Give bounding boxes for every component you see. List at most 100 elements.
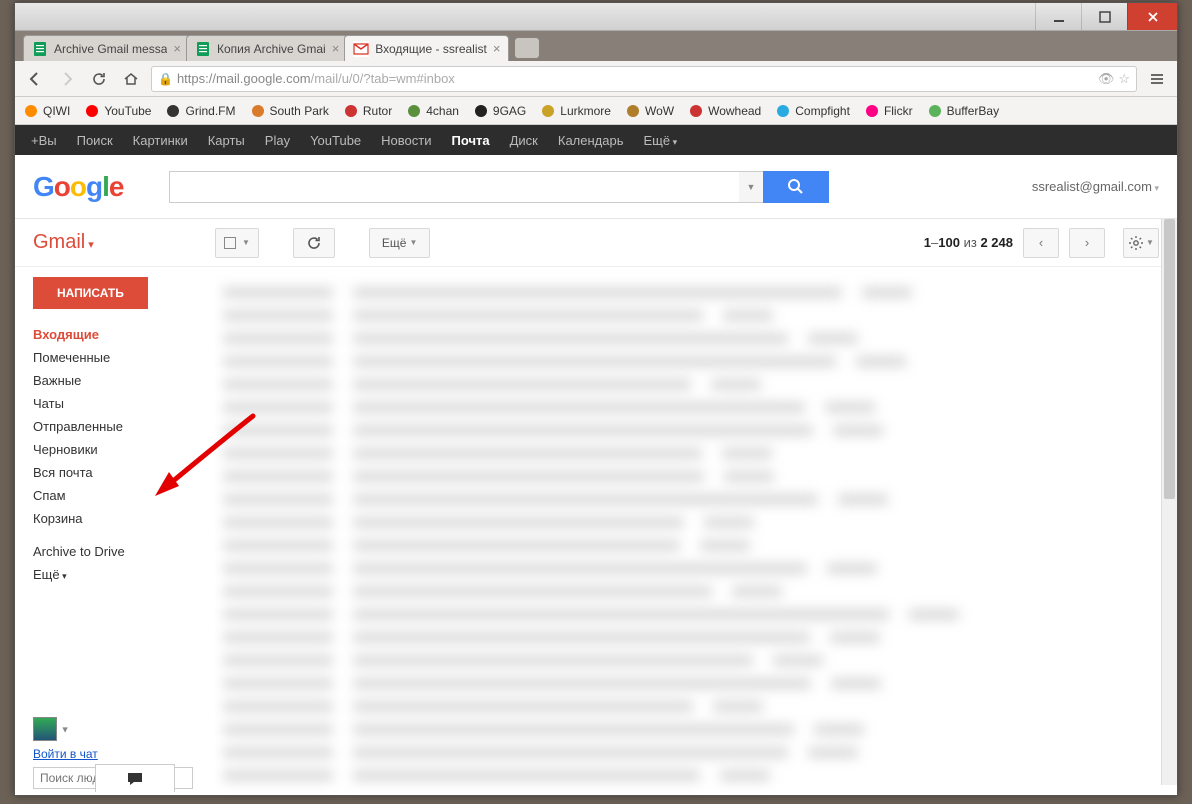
lock-icon: 🔒 bbox=[158, 72, 173, 86]
sidebar-more[interactable]: Ещё bbox=[33, 563, 215, 586]
browser-tab[interactable]: Входящие - ssrealist× bbox=[344, 35, 509, 61]
bookmark[interactable]: 4chan bbox=[406, 103, 459, 119]
list-item bbox=[223, 488, 1157, 511]
bookmark[interactable]: QIWI bbox=[23, 103, 70, 119]
sidebar-nav-item[interactable]: Вся почта bbox=[33, 461, 215, 484]
bookmark[interactable]: South Park bbox=[250, 103, 329, 119]
select-all-button[interactable]: ▼ bbox=[215, 228, 259, 258]
sidebar-archive-to-drive[interactable]: Archive to Drive bbox=[33, 540, 215, 563]
search-input[interactable] bbox=[169, 171, 739, 203]
tab-close-icon[interactable]: × bbox=[332, 41, 340, 56]
tab-close-icon[interactable]: × bbox=[493, 41, 501, 56]
sidebar-nav-item[interactable]: Важные bbox=[33, 369, 215, 392]
back-button[interactable] bbox=[23, 67, 47, 91]
tab-close-icon[interactable]: × bbox=[173, 41, 181, 56]
bookmark-label: Grind.FM bbox=[185, 104, 235, 118]
url-scheme: https bbox=[177, 71, 205, 86]
gnav-link[interactable]: Карты bbox=[208, 133, 245, 148]
main-area: НАПИСАТЬ ВходящиеПомеченныеВажныеЧатыОтп… bbox=[15, 267, 1177, 795]
bookmark-icon bbox=[540, 103, 556, 119]
sidebar-nav-item[interactable]: Спам bbox=[33, 484, 215, 507]
search-options-button[interactable]: ▼ bbox=[739, 171, 763, 203]
sidebar-nav-item[interactable]: Помеченные bbox=[33, 346, 215, 369]
chat-fab[interactable] bbox=[95, 764, 175, 792]
sidebar-nav-item[interactable]: Чаты bbox=[33, 392, 215, 415]
minimize-button[interactable] bbox=[1035, 3, 1081, 30]
address-bar[interactable]: 🔒 https://mail.google.com/mail/u/0/?tab=… bbox=[151, 66, 1137, 92]
browser-tab[interactable]: Archive Gmail messa × bbox=[23, 35, 190, 61]
bookmark-icon bbox=[23, 103, 39, 119]
bookmark[interactable]: 9GAG bbox=[473, 103, 526, 119]
bookmark-icon bbox=[473, 103, 489, 119]
avatar bbox=[33, 717, 57, 741]
list-item bbox=[223, 764, 1157, 787]
sidebar-nav-item[interactable]: Черновики bbox=[33, 438, 215, 461]
gnav-link[interactable]: Ещё bbox=[644, 133, 678, 148]
bookmark-label: 9GAG bbox=[493, 104, 526, 118]
scrollbar-thumb[interactable] bbox=[1164, 219, 1175, 499]
settings-button[interactable]: ▼ bbox=[1123, 228, 1159, 258]
list-item bbox=[223, 534, 1157, 557]
new-tab-button[interactable] bbox=[515, 38, 539, 58]
list-item bbox=[223, 557, 1157, 580]
gnav-link[interactable]: YouTube bbox=[310, 133, 361, 148]
google-nav: +Вы Поиск Картинки Карты Play YouTube Новости П… bbox=[15, 125, 1177, 155]
scrollbar[interactable] bbox=[1161, 219, 1177, 785]
chat-login-link[interactable]: Войти в чат bbox=[33, 747, 215, 761]
search-button[interactable] bbox=[763, 171, 829, 203]
bookmark[interactable]: Rutor bbox=[343, 103, 392, 119]
reload-button[interactable] bbox=[87, 67, 111, 91]
tab-strip: Archive Gmail messa×Копия Archive Gmai×В… bbox=[15, 31, 1177, 61]
bookmark[interactable]: WoW bbox=[625, 103, 674, 119]
gnav-link[interactable]: Картинки bbox=[133, 133, 188, 148]
forward-button[interactable] bbox=[55, 67, 79, 91]
close-button[interactable] bbox=[1127, 3, 1177, 30]
list-item bbox=[223, 373, 1157, 396]
bookmark[interactable]: BufferBay bbox=[927, 103, 999, 119]
pagination: 1–100 из 2 248 ‹ › ▼ bbox=[924, 228, 1159, 258]
bookmark[interactable]: YouTube bbox=[84, 103, 151, 119]
gmail-toolbar: Gmail ▼ Ещё▼ 1–100 из 2 248 ‹ › ▼ bbox=[15, 219, 1177, 267]
home-button[interactable] bbox=[119, 67, 143, 91]
browser-toolbar: 🔒 https://mail.google.com/mail/u/0/?tab=… bbox=[15, 61, 1177, 97]
menu-button[interactable] bbox=[1145, 67, 1169, 91]
gnav-link[interactable]: Календарь bbox=[558, 133, 624, 148]
sidebar-nav-item[interactable]: Корзина bbox=[33, 507, 215, 530]
bookmark[interactable]: Flickr bbox=[864, 103, 913, 119]
next-page-button[interactable]: › bbox=[1069, 228, 1105, 258]
gmail-dropdown[interactable]: Gmail bbox=[33, 231, 201, 254]
message-list bbox=[215, 267, 1177, 795]
browser-tab[interactable]: Копия Archive Gmai× bbox=[186, 35, 348, 61]
bookmark-label: BufferBay bbox=[947, 104, 999, 118]
tab-title: Archive Gmail messa bbox=[54, 42, 167, 56]
maximize-button[interactable] bbox=[1081, 3, 1127, 30]
bookmark-icon bbox=[406, 103, 422, 119]
bookmark[interactable]: Grind.FM bbox=[165, 103, 235, 119]
list-item bbox=[223, 350, 1157, 373]
eye-icon[interactable]: 👁 bbox=[1098, 71, 1115, 87]
sidebar-nav-item[interactable]: Отправленные bbox=[33, 415, 215, 438]
list-item bbox=[223, 442, 1157, 465]
bookmark[interactable]: Wowhead bbox=[688, 103, 761, 119]
gnav-link[interactable]: Поиск bbox=[77, 133, 113, 148]
bookmark[interactable]: Compfight bbox=[775, 103, 850, 119]
search-form: ▼ bbox=[169, 171, 829, 203]
gnav-link[interactable]: Play bbox=[265, 133, 290, 148]
window-titlebar bbox=[15, 3, 1177, 31]
list-item bbox=[223, 396, 1157, 419]
gnav-link[interactable]: +Вы bbox=[31, 133, 57, 148]
gnav-link[interactable]: Новости bbox=[381, 133, 431, 148]
bookmark[interactable]: Lurkmore bbox=[540, 103, 611, 119]
user-menu[interactable]: ssrealist@gmail.com bbox=[1032, 179, 1159, 194]
bookmark-icon bbox=[927, 103, 943, 119]
prev-page-button[interactable]: ‹ bbox=[1023, 228, 1059, 258]
sidebar-nav-item[interactable]: Входящие bbox=[33, 323, 215, 346]
refresh-button[interactable] bbox=[293, 228, 335, 258]
gnav-link[interactable]: Диск bbox=[510, 133, 538, 148]
more-button[interactable]: Ещё▼ bbox=[369, 228, 430, 258]
compose-button[interactable]: НАПИСАТЬ bbox=[33, 277, 148, 309]
bookmark-icon bbox=[343, 103, 359, 119]
list-item bbox=[223, 672, 1157, 695]
gnav-link[interactable]: Почта bbox=[452, 133, 490, 148]
star-icon[interactable]: ☆ bbox=[1118, 71, 1130, 87]
